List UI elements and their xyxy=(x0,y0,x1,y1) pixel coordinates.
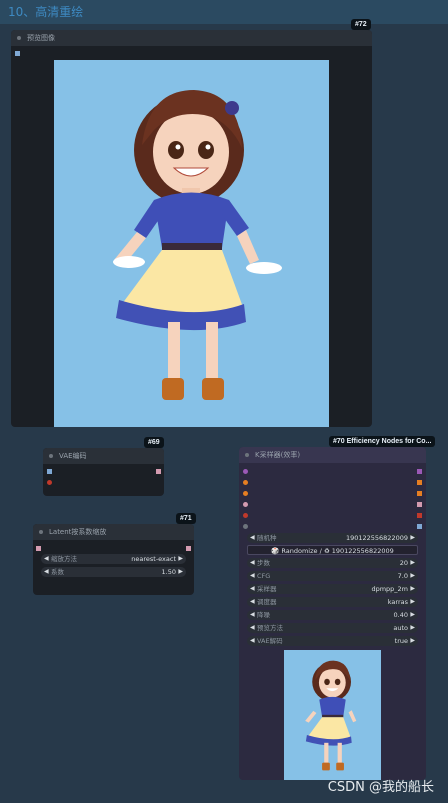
sampler-widget[interactable]: ◀ 采样器 dpmpp_2m ▶ xyxy=(247,584,418,594)
model-output-slot[interactable] xyxy=(417,469,422,474)
vae-input-slot[interactable] xyxy=(243,513,248,518)
arrow-left-icon[interactable]: ◀ xyxy=(250,584,255,594)
node-id-badge-70: #70 Efficiency Nodes for Co... xyxy=(329,436,436,447)
widget-label: VAE解码 xyxy=(257,637,283,645)
widget-label: 降噪 xyxy=(257,611,270,619)
cfg-widget[interactable]: ◀ CFG 7.0 ▶ xyxy=(247,571,418,581)
positive-output-slot[interactable] xyxy=(417,480,422,485)
image-input-slot[interactable] xyxy=(15,51,20,56)
arrow-right-icon[interactable]: ▶ xyxy=(410,597,415,607)
randomize-label: 🎲 Randomize / ♻ 190122556822009 xyxy=(271,547,394,555)
arrow-left-icon[interactable]: ◀ xyxy=(250,558,255,568)
ksampler-node-title-text: K采样器(效率) xyxy=(255,451,301,459)
sampler-preview-image xyxy=(284,650,381,780)
pixels-input-slot[interactable] xyxy=(47,469,52,474)
widget-value: dpmpp_2m xyxy=(371,585,408,593)
scale-by-widget[interactable]: ◀ 系数 1.50 ▶ xyxy=(41,567,186,577)
ksampler-efficient-node[interactable]: K采样器(效率) ◀ 随机种 190122556822009 ▶ 🎲 Rando… xyxy=(239,447,426,780)
ksampler-node-title[interactable]: K采样器(效率) xyxy=(239,447,426,463)
widget-label: 步数 xyxy=(257,559,270,567)
node-id-badge-72: #72 xyxy=(351,19,371,30)
widget-label: 预览方法 xyxy=(257,624,283,632)
widget-value: 7.0 xyxy=(397,572,408,580)
preview-image xyxy=(54,60,329,427)
girl-illustration xyxy=(113,90,282,400)
collapse-dot-icon[interactable] xyxy=(245,453,249,457)
negative-output-slot[interactable] xyxy=(417,491,422,496)
denoise-widget[interactable]: ◀ 降噪 0.40 ▶ xyxy=(247,610,418,620)
widget-label: 系数 xyxy=(51,568,64,576)
widget-value: karras xyxy=(387,598,408,606)
watermark: CSDN @我的船长 xyxy=(327,780,434,795)
arrow-left-icon[interactable]: ◀ xyxy=(250,533,255,543)
arrow-right-icon[interactable]: ▶ xyxy=(410,558,415,568)
girl-illustration-small xyxy=(305,660,357,771)
arrow-left-icon[interactable]: ◀ xyxy=(250,610,255,620)
latent-node-title-text: Latent按系数缩放 xyxy=(49,528,107,536)
vae-node-title[interactable]: VAE编码 xyxy=(43,448,164,464)
latent-node-title[interactable]: Latent按系数缩放 xyxy=(33,524,194,540)
steps-widget[interactable]: ◀ 步数 20 ▶ xyxy=(247,558,418,568)
widget-value: 1.50 xyxy=(161,568,176,576)
widget-label: 采样器 xyxy=(257,585,277,593)
arrow-right-icon[interactable]: ▶ xyxy=(410,610,415,620)
preview-image-node[interactable]: 预览图像 xyxy=(11,30,372,427)
seed-widget[interactable]: ◀ 随机种 190122556822009 ▶ xyxy=(247,533,418,543)
group-header[interactable]: 10、高清重绘 xyxy=(0,0,448,24)
widget-label: CFG xyxy=(257,572,271,580)
scheduler-widget[interactable]: ◀ 调度器 karras ▶ xyxy=(247,597,418,607)
image-output-slot[interactable] xyxy=(417,524,422,529)
arrow-left-icon[interactable]: ◀ xyxy=(44,567,49,577)
collapse-dot-icon[interactable] xyxy=(49,454,53,458)
latent-upscale-node[interactable]: Latent按系数缩放 ◀ 缩放方法 nearest-exact ▶ ◀ 系数 … xyxy=(33,524,194,595)
vae-input-slot[interactable] xyxy=(47,480,52,485)
vae-decode-widget[interactable]: ◀ VAE解码 true ▶ xyxy=(247,636,418,646)
arrow-right-icon[interactable]: ▶ xyxy=(410,623,415,633)
arrow-right-icon[interactable]: ▶ xyxy=(410,636,415,646)
arrow-left-icon[interactable]: ◀ xyxy=(250,571,255,581)
preview-method-widget[interactable]: ◀ 预览方法 auto ▶ xyxy=(247,623,418,633)
node-id-badge-71: #71 xyxy=(176,513,196,524)
vae-output-slot[interactable] xyxy=(417,513,422,518)
samples-input-slot[interactable] xyxy=(36,546,41,551)
script-input-slot[interactable] xyxy=(243,524,248,529)
collapse-dot-icon[interactable] xyxy=(17,36,21,40)
arrow-left-icon[interactable]: ◀ xyxy=(44,554,49,564)
collapse-dot-icon[interactable] xyxy=(39,530,43,534)
vae-encode-node[interactable]: VAE编码 xyxy=(43,448,164,496)
latent-output-slot[interactable] xyxy=(417,502,422,507)
widget-value: 190122556822009 xyxy=(345,534,408,542)
latent-input-slot[interactable] xyxy=(243,502,248,507)
vae-node-title-text: VAE编码 xyxy=(59,452,87,460)
widget-value: 0.40 xyxy=(393,611,408,619)
model-input-slot[interactable] xyxy=(243,469,248,474)
preview-node-title[interactable]: 预览图像 xyxy=(11,30,372,46)
arrow-right-icon[interactable]: ▶ xyxy=(410,584,415,594)
latent-output-slot[interactable] xyxy=(156,469,161,474)
arrow-left-icon[interactable]: ◀ xyxy=(250,636,255,646)
latent-output-slot[interactable] xyxy=(186,546,191,551)
arrow-left-icon[interactable]: ◀ xyxy=(250,623,255,633)
widget-value: nearest-exact xyxy=(131,555,176,563)
node-id-badge-69: #69 xyxy=(144,437,164,448)
upscale-method-widget[interactable]: ◀ 缩放方法 nearest-exact ▶ xyxy=(41,554,186,564)
widget-value: auto xyxy=(393,624,408,632)
negative-input-slot[interactable] xyxy=(243,491,248,496)
widget-label: 调度器 xyxy=(257,598,277,606)
arrow-right-icon[interactable]: ▶ xyxy=(410,571,415,581)
randomize-button[interactable]: 🎲 Randomize / ♻ 190122556822009 xyxy=(247,545,418,555)
widget-value: true xyxy=(394,637,408,645)
positive-input-slot[interactable] xyxy=(243,480,248,485)
preview-node-title-text: 预览图像 xyxy=(27,34,55,42)
arrow-right-icon[interactable]: ▶ xyxy=(178,554,183,564)
widget-value: 20 xyxy=(399,559,408,567)
widget-label: 随机种 xyxy=(257,534,277,542)
arrow-left-icon[interactable]: ◀ xyxy=(250,597,255,607)
widget-label: 缩放方法 xyxy=(51,555,77,563)
arrow-right-icon[interactable]: ▶ xyxy=(410,533,415,543)
arrow-right-icon[interactable]: ▶ xyxy=(178,567,183,577)
